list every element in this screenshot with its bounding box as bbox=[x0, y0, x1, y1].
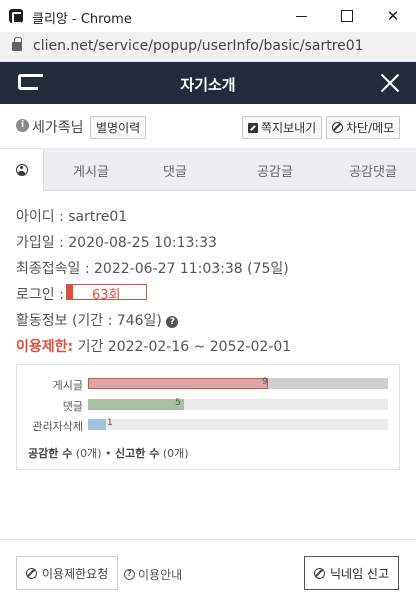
send-message-label: 쪽지보내기 bbox=[261, 121, 317, 135]
restriction-period: 기간 2022-02-16 ~ 2052-02-01 bbox=[73, 339, 292, 355]
ban-icon bbox=[332, 122, 343, 133]
popup-header: 자기소개 bbox=[0, 62, 416, 104]
restriction-line: 이용제한: 기간 2022-02-16 ~ 2052-02-01 bbox=[16, 336, 291, 356]
popup-title: 자기소개 bbox=[180, 76, 236, 94]
restriction-label: 이용제한: bbox=[16, 339, 74, 355]
usage-guide-label: 이용안내 bbox=[138, 568, 183, 582]
tab-liked-comments[interactable]: 공감댓글 bbox=[335, 161, 411, 180]
stat-track-posts: 9 bbox=[88, 377, 388, 389]
stat-track-admin-deleted: 1 bbox=[88, 418, 388, 430]
maximize-button[interactable] bbox=[324, 0, 370, 32]
restriction-request-button[interactable]: 이용제한요청 bbox=[16, 556, 119, 590]
tab-comments[interactable]: 댓글 bbox=[140, 161, 210, 180]
block-memo-button[interactable]: 차단/메모 bbox=[326, 116, 401, 139]
help-icon[interactable]: ? bbox=[166, 316, 179, 328]
user-nickname: 세가족님 bbox=[32, 120, 84, 136]
usage-guide-link[interactable]: ? 이용안내 bbox=[124, 566, 182, 583]
report-nickname-button[interactable]: 닉네임 신고 bbox=[304, 556, 400, 590]
clien-app-icon bbox=[9, 9, 23, 24]
activity-stats-box: 게시글 9 댓글 5 관리자삭제 1 공감한 수 (0개) • 신고한 수 (0… bbox=[16, 364, 400, 470]
empathy-summary: 공감한 수 (0개) • 신고한 수 (0개) bbox=[28, 445, 189, 461]
last-access-line: 최종접속일 : 2022-06-27 11:03:38 (75일) bbox=[16, 261, 289, 277]
close-window-button[interactable]: ✕ bbox=[370, 0, 416, 32]
close-icon[interactable] bbox=[378, 71, 402, 95]
tab-profile[interactable] bbox=[0, 149, 44, 191]
report-nickname-label: 닉네임 신고 bbox=[330, 566, 390, 581]
minimize-button[interactable] bbox=[278, 0, 324, 32]
user-icon bbox=[16, 164, 28, 176]
tab-liked-posts[interactable]: 공감글 bbox=[240, 161, 310, 180]
activity-line: 활동정보 (기간 : 746일) ? bbox=[16, 310, 179, 330]
stat-value-posts: 9 bbox=[262, 377, 268, 387]
stat-value-admin-deleted: 1 bbox=[107, 418, 113, 428]
url-text[interactable]: clien.net/service/popup/userInfo/basic/s… bbox=[33, 38, 364, 54]
ban-icon bbox=[314, 567, 325, 579]
lock-icon bbox=[12, 37, 22, 51]
user-summary-row: i 세가족님 별명이력 쪽지보내기 차단/메모 bbox=[0, 104, 416, 149]
edit-icon bbox=[248, 122, 258, 133]
browser-title-bar: 클리앙 - Chrome ✕ bbox=[0, 0, 416, 32]
report-value: (0개) bbox=[162, 447, 189, 460]
tab-posts[interactable]: 게시글 bbox=[56, 161, 126, 180]
info-icon: i bbox=[16, 119, 29, 132]
question-icon: ? bbox=[124, 569, 135, 580]
stat-bar-posts bbox=[88, 378, 268, 389]
nickname-history-button[interactable]: 별명이력 bbox=[90, 116, 147, 139]
stat-value-comments: 5 bbox=[175, 398, 181, 408]
window-title: 클리앙 - Chrome bbox=[32, 12, 132, 27]
separator-dot: • bbox=[105, 447, 116, 460]
empathy-label: 공감한 수 bbox=[28, 447, 73, 460]
login-count-bar: 63회 bbox=[66, 284, 147, 303]
ban-icon bbox=[26, 567, 37, 579]
login-count-fill bbox=[67, 285, 73, 299]
send-message-button[interactable]: 쪽지보내기 bbox=[242, 116, 323, 139]
restriction-request-label: 이용제한요청 bbox=[42, 566, 109, 581]
empathy-value: (0개) bbox=[75, 447, 102, 460]
footer-divider bbox=[0, 539, 416, 540]
block-memo-label: 차단/메모 bbox=[346, 121, 395, 135]
report-label: 신고한 수 bbox=[115, 447, 160, 460]
profile-tabs: 게시글 댓글 공감글 공감댓글 bbox=[0, 149, 416, 191]
stat-track-comments: 5 bbox=[88, 398, 388, 410]
address-bar[interactable]: clien.net/service/popup/userInfo/basic/s… bbox=[0, 32, 416, 62]
user-id-line: 아이디 : sartre01 bbox=[16, 209, 128, 225]
join-date-line: 가입일 : 2020-08-25 10:13:33 bbox=[16, 235, 217, 251]
activity-text: 활동정보 (기간 : 746일) bbox=[16, 313, 162, 329]
stat-label-posts: 게시글 bbox=[52, 379, 83, 392]
stat-label-admin-deleted: 관리자삭제 bbox=[32, 420, 83, 433]
stat-bar-admin-deleted bbox=[88, 419, 106, 430]
login-count: 63회 bbox=[92, 288, 121, 303]
stat-bar-comments bbox=[88, 399, 184, 410]
stat-label-comments: 댓글 bbox=[62, 400, 83, 413]
login-label: 로그인 : bbox=[16, 287, 64, 303]
